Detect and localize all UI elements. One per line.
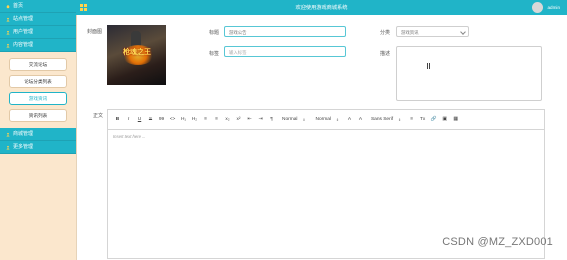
sidebar-item-label: 首页 — [13, 3, 24, 9]
indent-button[interactable]: ⇥ — [255, 116, 266, 124]
title-input[interactable]: 游戏公告 — [224, 26, 346, 37]
top-header: 欢迎使用游戏商城系统 admin — [76, 0, 567, 15]
description-label: 描述 — [380, 51, 391, 57]
h1-button[interactable]: H₁ — [178, 116, 189, 124]
strike-button[interactable]: S — [145, 116, 156, 124]
editor-toolbar: B I U S 99 <> H₁ H₂ ≡ ≡ x₂ x² ⇤ ⇥ ¶ Norm… — [108, 110, 544, 130]
category-value: 游戏资讯 — [401, 30, 419, 35]
outdent-button[interactable]: ⇤ — [244, 116, 255, 124]
size-select[interactable]: Normal ⇕ — [277, 116, 310, 124]
bold-button[interactable]: B — [112, 116, 123, 124]
avatar[interactable] — [532, 2, 543, 13]
sidebar-subitem-game-news[interactable]: 游戏资讯 — [9, 92, 67, 105]
sidebar-item-home[interactable]: 首页 — [0, 0, 76, 13]
person-icon — [6, 132, 10, 136]
body-label: 正文 — [93, 113, 104, 119]
underline-button[interactable]: U — [134, 116, 145, 124]
cover-label: 封面图 — [87, 29, 103, 35]
editor-placeholder: Insert text here ... — [113, 134, 146, 139]
sidebar-subitem-forum[interactable]: 交流论坛 — [9, 58, 67, 71]
tags-label: 标签 — [209, 51, 220, 57]
h2-button[interactable]: H₂ — [189, 116, 200, 124]
background-color-button[interactable]: A — [355, 116, 366, 124]
sidebar-item-label: 用户管理 — [13, 29, 34, 35]
sidebar-item-label: 站点管理 — [13, 16, 34, 22]
home-icon — [6, 4, 10, 8]
person-icon — [6, 17, 10, 21]
chevron-down-icon: ⇕ — [398, 117, 402, 122]
sidebar-item-more[interactable]: 更多管理 — [0, 141, 76, 154]
sidebar-item-label: 更多管理 — [13, 144, 34, 150]
sidebar-item-site[interactable]: 站点管理 — [0, 13, 76, 26]
code-button[interactable]: <> — [167, 116, 178, 124]
person-icon — [6, 43, 10, 47]
category-label: 分类 — [380, 30, 391, 36]
sidebar-item-content[interactable]: 内容管理 — [0, 39, 76, 52]
superscript-button[interactable]: x² — [233, 116, 244, 124]
sidebar-subitem-news-list[interactable]: 资讯列表 — [9, 109, 67, 122]
cover-image[interactable]: 枪魂之王 — [107, 25, 166, 85]
chevron-down-icon: ⇕ — [335, 117, 339, 122]
font-select[interactable]: Sans Serif ⇕ — [366, 116, 406, 124]
person-icon — [6, 30, 10, 34]
text-cursor-icon — [427, 63, 430, 69]
sidebar-item-shop[interactable]: 商城管理 — [0, 128, 76, 141]
watermark: CSDN @MZ_ZXD001 — [442, 236, 553, 248]
description-textarea[interactable] — [396, 46, 542, 101]
chevron-down-icon — [460, 29, 466, 35]
bullet-list-button[interactable]: ≡ — [211, 116, 222, 124]
italic-button[interactable]: I — [123, 116, 134, 124]
sidebar-submenu: 交流论坛 论坛分类列表 游戏资讯 资讯列表 — [0, 52, 76, 128]
sidebar-item-users[interactable]: 用户管理 — [0, 26, 76, 39]
link-icon[interactable]: 🔗 — [428, 116, 439, 124]
sidebar-item-label: 内容管理 — [13, 42, 34, 48]
video-icon[interactable]: ▦ — [450, 116, 461, 124]
subscript-button[interactable]: x₂ — [222, 116, 233, 124]
font-color-button[interactable]: A — [344, 116, 355, 124]
direction-button[interactable]: ¶ — [266, 116, 277, 124]
chevron-down-icon: ⇕ — [302, 117, 306, 122]
sidebar: 首页 站点管理 用户管理 内容管理 交流论坛 论坛分类列表 游戏资讯 资讯列表 … — [0, 0, 77, 260]
page-title: 欢迎使用游戏商城系统 — [295, 5, 348, 11]
title-label: 标题 — [209, 30, 220, 36]
sidebar-subitem-forum-category[interactable]: 论坛分类列表 — [9, 75, 67, 88]
image-icon[interactable]: ▣ — [439, 116, 450, 124]
sidebar-item-label: 商城管理 — [13, 131, 34, 137]
ordered-list-button[interactable]: ≡ — [200, 116, 211, 124]
align-button[interactable]: ≡ — [406, 116, 417, 124]
header-select[interactable]: Normal ⇕ — [310, 116, 343, 124]
cover-image-text: 枪魂之王 — [123, 49, 151, 56]
tags-input[interactable]: 输入标签 — [224, 46, 346, 57]
category-select[interactable]: 游戏资讯 — [396, 26, 469, 37]
clean-format-button[interactable]: Tx — [417, 116, 428, 124]
user-name[interactable]: admin — [547, 5, 560, 10]
quote-button[interactable]: 99 — [156, 116, 167, 124]
person-icon — [6, 145, 10, 149]
